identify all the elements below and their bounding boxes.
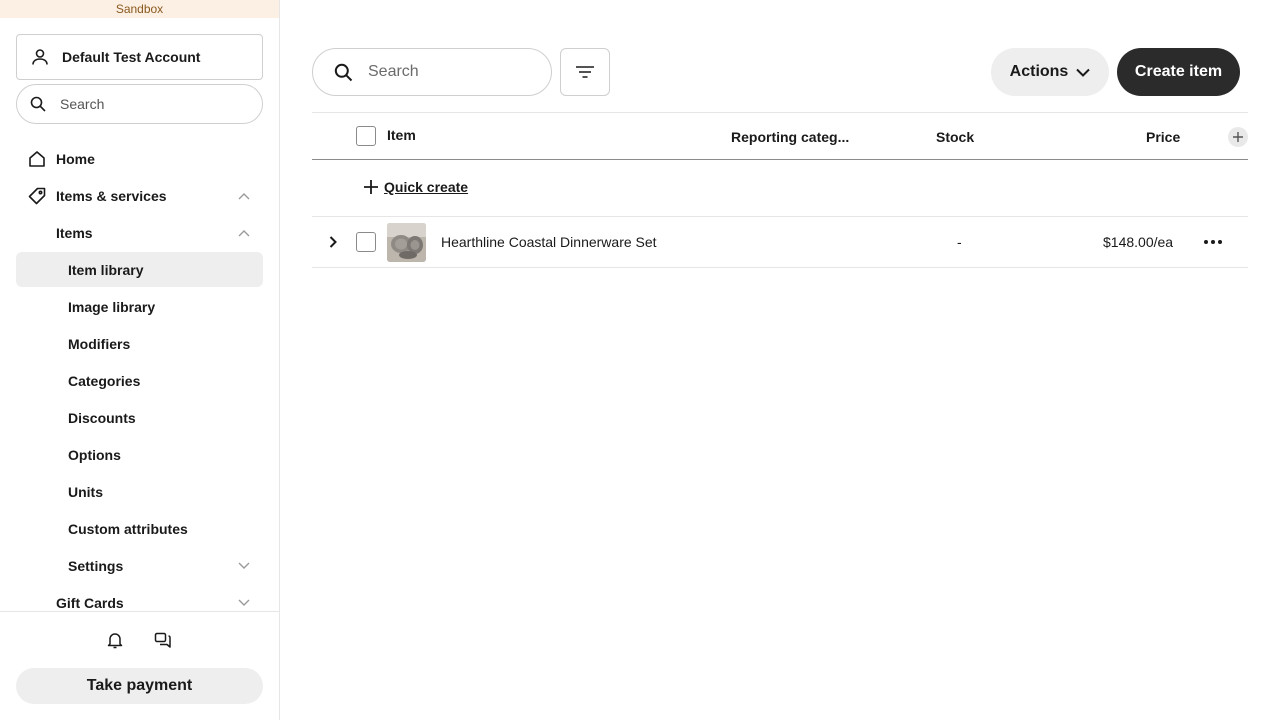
- sidebar-item-items[interactable]: Items: [56, 215, 263, 250]
- sidebar-item-label: Discounts: [68, 409, 136, 426]
- tag-icon: [28, 186, 48, 206]
- expand-row-button[interactable]: [326, 235, 340, 249]
- account-name: Default Test Account: [62, 49, 201, 65]
- row-more-button[interactable]: [1202, 233, 1224, 251]
- sidebar-item-item-library[interactable]: Item library: [16, 252, 263, 287]
- actions-button[interactable]: Actions: [991, 48, 1109, 96]
- chevron-right-icon: [329, 236, 337, 248]
- sidebar-item-label: Options: [68, 446, 121, 463]
- create-item-button[interactable]: Create item: [1117, 48, 1240, 96]
- row-checkbox[interactable]: [356, 232, 376, 252]
- chevron-down-icon: [237, 559, 251, 573]
- sidebar-item-label: Settings: [68, 557, 124, 574]
- chevron-down-icon: [237, 596, 251, 610]
- item-stock: -: [957, 234, 962, 250]
- sidebar-item-label: Custom attributes: [68, 520, 188, 537]
- home-icon: [28, 149, 48, 169]
- item-price: $148.00/ea: [1103, 234, 1174, 250]
- quick-create-label: Quick create: [384, 179, 469, 195]
- sidebar-item-label: Image library: [68, 298, 156, 315]
- filter-icon: [576, 66, 594, 78]
- sidebar-item-items-services[interactable]: Items & services: [28, 178, 263, 213]
- quick-create-row: Quick create: [312, 160, 1248, 217]
- sidebar-item-modifiers[interactable]: Modifiers: [68, 326, 263, 361]
- more-horizontal-icon: [1204, 240, 1222, 244]
- sidebar-item-label: Item library: [68, 261, 144, 278]
- sidebar: Sandbox Default Test Account Search Home: [0, 0, 280, 720]
- sandbox-banner: Sandbox: [0, 0, 279, 18]
- main-content: Search Actions Create item Item Reportin…: [280, 0, 1280, 720]
- account-button[interactable]: Default Test Account: [16, 34, 263, 80]
- column-header-price[interactable]: Price: [1146, 113, 1180, 160]
- sidebar-search-placeholder: Search: [60, 96, 105, 112]
- sidebar-item-units[interactable]: Units: [68, 474, 263, 509]
- sidebar-item-discounts[interactable]: Discounts: [68, 400, 263, 435]
- sidebar-item-categories[interactable]: Categories: [68, 363, 263, 398]
- table-header: Item Reporting categ... Stock Price: [312, 112, 1248, 160]
- item-search-placeholder: Search: [368, 63, 419, 80]
- select-all-checkbox[interactable]: [356, 126, 376, 146]
- sidebar-item-label: Items & services: [56, 187, 167, 204]
- sidebar-item-label: Gift Cards: [56, 594, 124, 611]
- sidebar-item-label: Home: [56, 150, 95, 167]
- search-icon: [30, 95, 48, 113]
- item-thumbnail: [387, 223, 426, 262]
- chevron-down-icon: [1076, 68, 1091, 77]
- sidebar-footer: Take payment: [0, 611, 279, 720]
- column-header-stock[interactable]: Stock: [936, 113, 974, 160]
- add-column-button[interactable]: [1228, 127, 1248, 147]
- search-icon: [334, 62, 354, 82]
- table-row[interactable]: Hearthline Coastal Dinnerware Set - $148…: [312, 217, 1248, 268]
- sidebar-item-label: Modifiers: [68, 335, 131, 352]
- filter-button[interactable]: [560, 48, 610, 96]
- messages-button[interactable]: [151, 628, 175, 652]
- sidebar-search-input[interactable]: Search: [16, 84, 263, 124]
- sidebar-item-options[interactable]: Options: [68, 437, 263, 472]
- sidebar-item-label: Items: [56, 224, 93, 241]
- sidebar-item-image-library[interactable]: Image library: [68, 289, 263, 324]
- bell-icon: [107, 633, 123, 649]
- take-payment-button[interactable]: Take payment: [16, 668, 263, 704]
- chevron-up-icon: [237, 226, 251, 240]
- actions-label: Actions: [1009, 63, 1069, 80]
- sidebar-item-home[interactable]: Home: [28, 141, 263, 176]
- sidebar-item-label: Units: [68, 483, 103, 500]
- notifications-button[interactable]: [103, 628, 127, 652]
- column-header-item[interactable]: Item: [387, 111, 416, 158]
- item-name[interactable]: Hearthline Coastal Dinnerware Set: [441, 217, 657, 267]
- sidebar-item-settings[interactable]: Settings: [68, 548, 263, 583]
- sidebar-item-label: Categories: [68, 372, 141, 389]
- plus-icon: [1233, 132, 1243, 142]
- quick-create-link[interactable]: Quick create: [364, 179, 468, 195]
- chevron-up-icon: [237, 189, 251, 203]
- item-search-input[interactable]: Search: [312, 48, 552, 96]
- user-icon: [29, 46, 51, 68]
- plus-icon: [364, 180, 378, 194]
- column-header-reporting-category[interactable]: Reporting categ...: [731, 113, 849, 160]
- chat-icon: [154, 632, 171, 648]
- sidebar-item-custom-attributes[interactable]: Custom attributes: [68, 511, 263, 546]
